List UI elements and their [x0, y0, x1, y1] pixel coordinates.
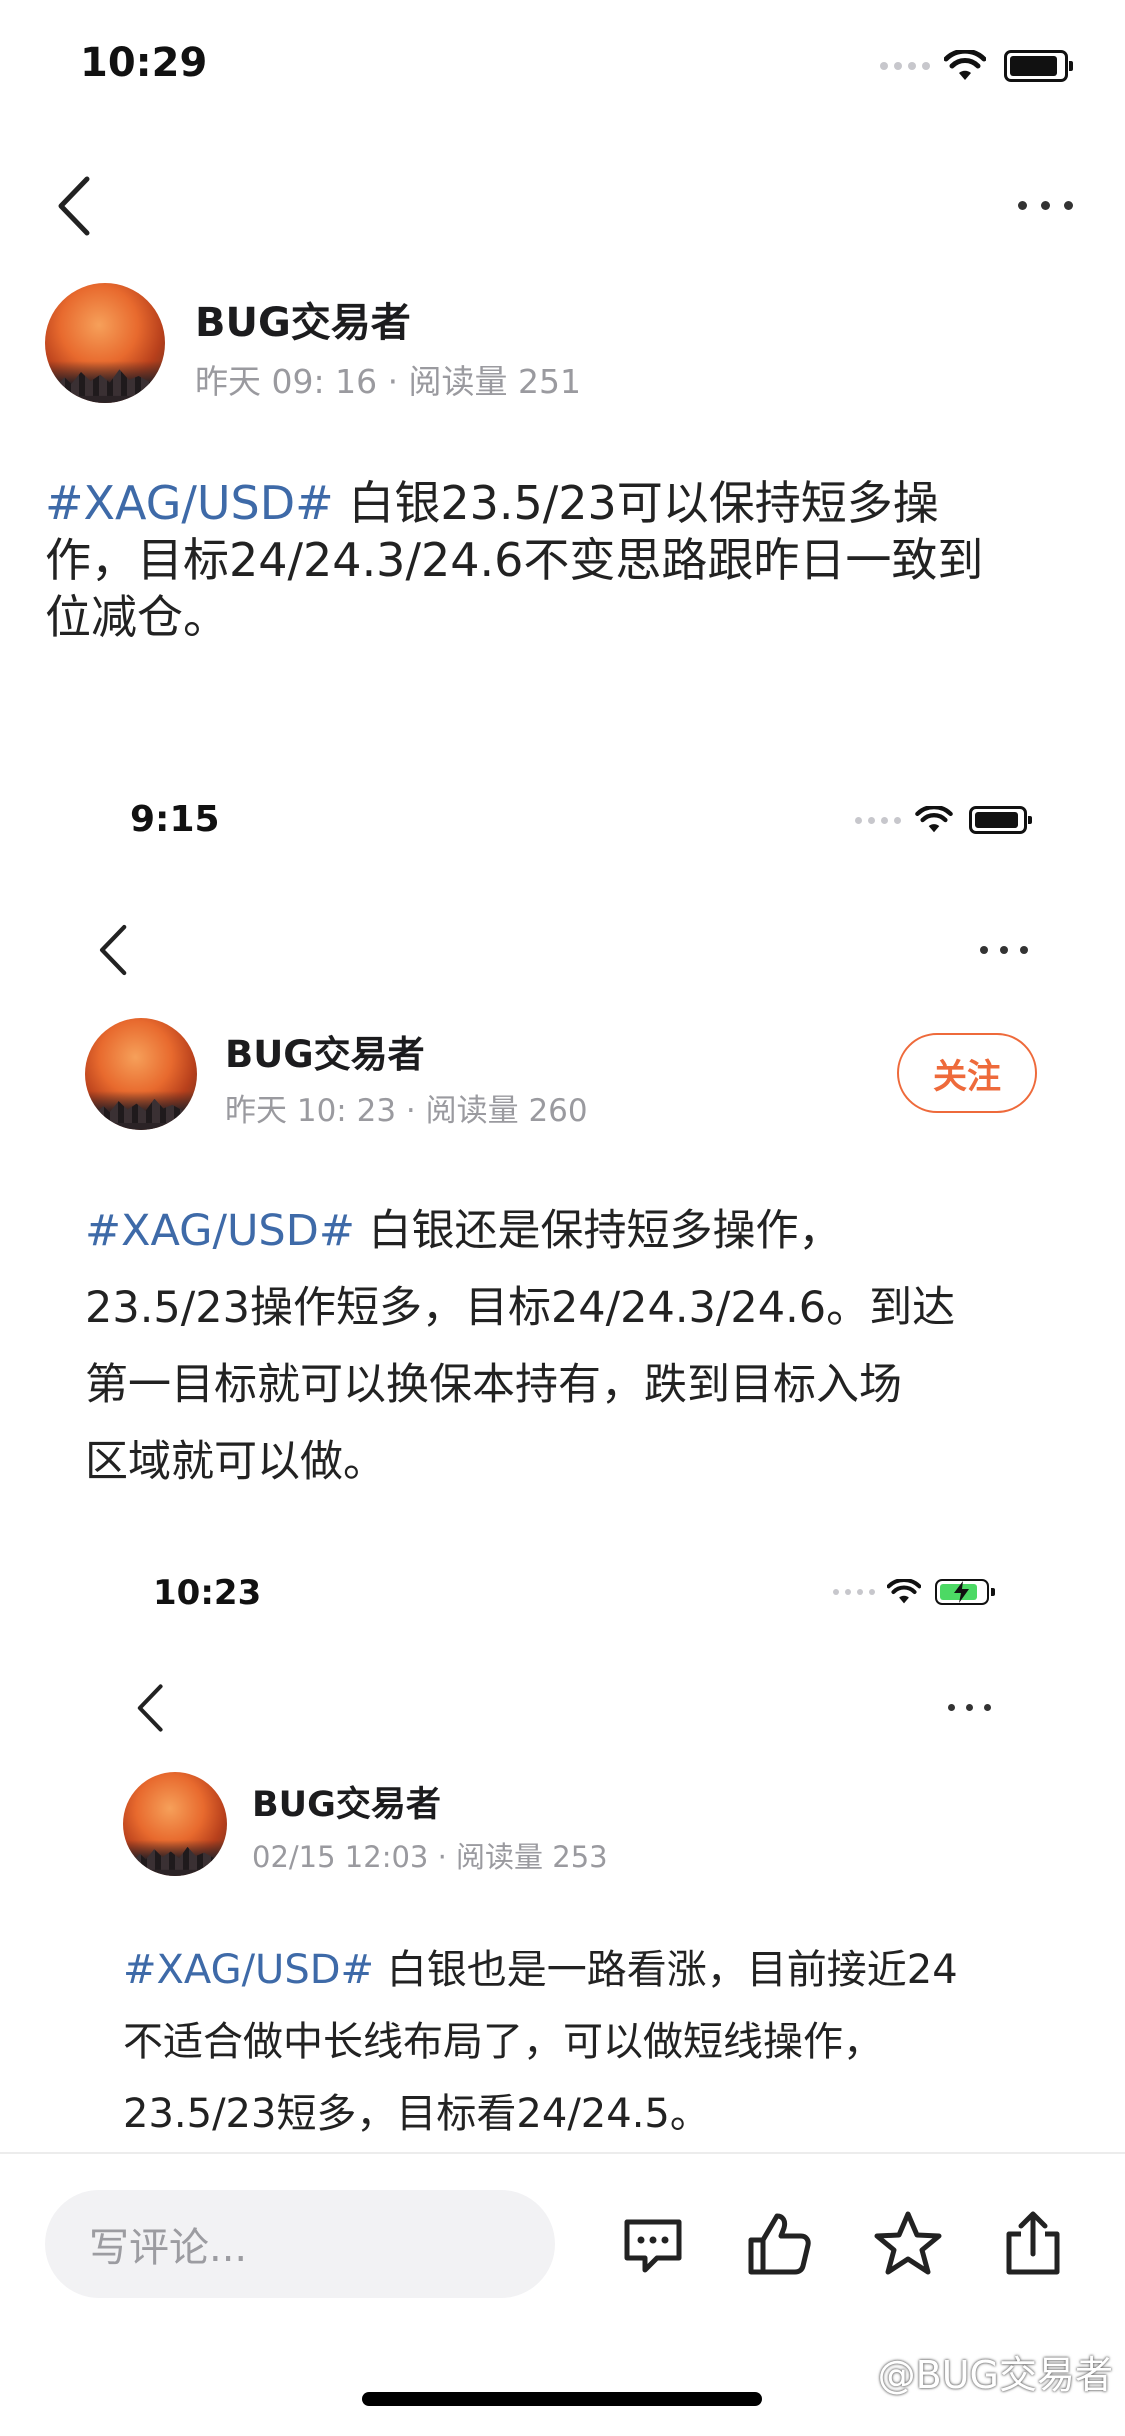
status-time: 10:23 — [153, 1573, 262, 1613]
comment-icon[interactable] — [617, 2208, 689, 2280]
post-line: 区域就可以做。 — [85, 1437, 386, 1487]
wifi-icon — [887, 1579, 921, 1604]
bottom-divider — [0, 2152, 1125, 2154]
share-icon[interactable] — [997, 2208, 1069, 2280]
author-name[interactable]: BUG交易者 — [252, 1776, 441, 1827]
star-icon[interactable] — [872, 2208, 944, 2280]
more-icon[interactable] — [948, 1704, 991, 1711]
status-bar: 10:23 — [0, 1565, 1125, 1625]
follow-button[interactable]: 关注 — [897, 1033, 1037, 1113]
post-line: 白银也是一路看涨，目前接近24 — [374, 1947, 958, 1993]
post-body: #XAG/USD# 白银还是保持短多操作， 23.5/23操作短多，目标24/2… — [85, 1193, 955, 1501]
status-icons — [833, 1579, 995, 1605]
hashtag-link[interactable]: #XAG/USD# — [123, 1947, 374, 1993]
watermark-text: @BUG交易者 — [877, 2353, 1113, 2397]
post-line: 23.5/23短多，目标看24/24.5。 — [123, 2091, 710, 2137]
author-name[interactable]: BUG交易者 — [225, 1024, 425, 1078]
status-icons — [855, 806, 1032, 834]
status-bar: 9:15 — [0, 790, 1125, 860]
post-meta: 昨天 10: 23 · 阅读量 260 — [225, 1093, 588, 1129]
nav-bar — [0, 170, 1125, 240]
wifi-icon — [915, 806, 953, 833]
back-icon[interactable] — [135, 1682, 167, 1734]
more-icon[interactable] — [1018, 201, 1073, 210]
home-indicator[interactable] — [362, 2392, 762, 2406]
post-line: 第一目标就可以换保本持有，跌到目标入场 — [85, 1360, 902, 1410]
status-bar: 10:29 — [0, 0, 1125, 90]
post-line: 23.5/23操作短多，目标24/24.3/24.6。到达 — [85, 1283, 956, 1333]
post-line: 白银23.5/23可以保持短多操 — [333, 476, 939, 530]
nav-bar — [0, 1680, 1125, 1736]
post-line: 作，目标24/24.3/24.6不变思路跟昨日一致到 — [45, 533, 984, 587]
author-name[interactable]: BUG交易者 — [195, 290, 411, 348]
avatar[interactable] — [85, 1018, 197, 1130]
comment-input[interactable]: 写评论... — [45, 2190, 555, 2298]
hashtag-link[interactable]: #XAG/USD# — [45, 476, 334, 530]
battery-icon — [1004, 50, 1073, 82]
status-icons — [880, 50, 1073, 82]
battery-icon — [969, 806, 1032, 834]
status-time: 10:29 — [80, 40, 208, 86]
post-meta: 昨天 09: 16 · 阅读量 251 — [195, 362, 582, 401]
back-icon[interactable] — [97, 922, 131, 978]
bolt-icon — [954, 1581, 969, 1603]
status-time: 9:15 — [130, 799, 220, 840]
screenshot-page: 10:29 BUG交易者 昨天 09: 16 · 阅读量 251 #XAG/US… — [0, 0, 1125, 2436]
nav-bar — [0, 920, 1125, 980]
avatar[interactable] — [45, 283, 165, 403]
more-icon[interactable] — [980, 946, 1028, 954]
post-line: 位减仓。 — [45, 590, 229, 644]
watermark: @BUG交易者 — [842, 2344, 1113, 2399]
signal-icon — [833, 1589, 875, 1595]
hashtag-link[interactable]: #XAG/USD# — [85, 1206, 355, 1256]
post-meta: 02/15 12:03 · 阅读量 253 — [252, 1840, 608, 1874]
charging-battery-icon — [935, 1579, 995, 1605]
avatar[interactable] — [123, 1772, 227, 1876]
back-icon[interactable] — [55, 175, 95, 237]
signal-icon — [880, 62, 930, 70]
post-body: #XAG/USD# 白银也是一路看涨，目前接近24 不适合做中长线布局了，可以做… — [123, 1934, 958, 2150]
post-line: 白银还是保持短多操作， — [354, 1206, 842, 1256]
post-body: #XAG/USD# 白银23.5/23可以保持短多操 作，目标24/24.3/2… — [45, 475, 983, 646]
wifi-icon — [944, 50, 986, 80]
like-icon[interactable] — [743, 2208, 815, 2280]
signal-icon — [855, 816, 901, 824]
post-line: 不适合做中长线布局了，可以做短线操作， — [123, 2019, 883, 2065]
logo-icon — [846, 2361, 864, 2382]
